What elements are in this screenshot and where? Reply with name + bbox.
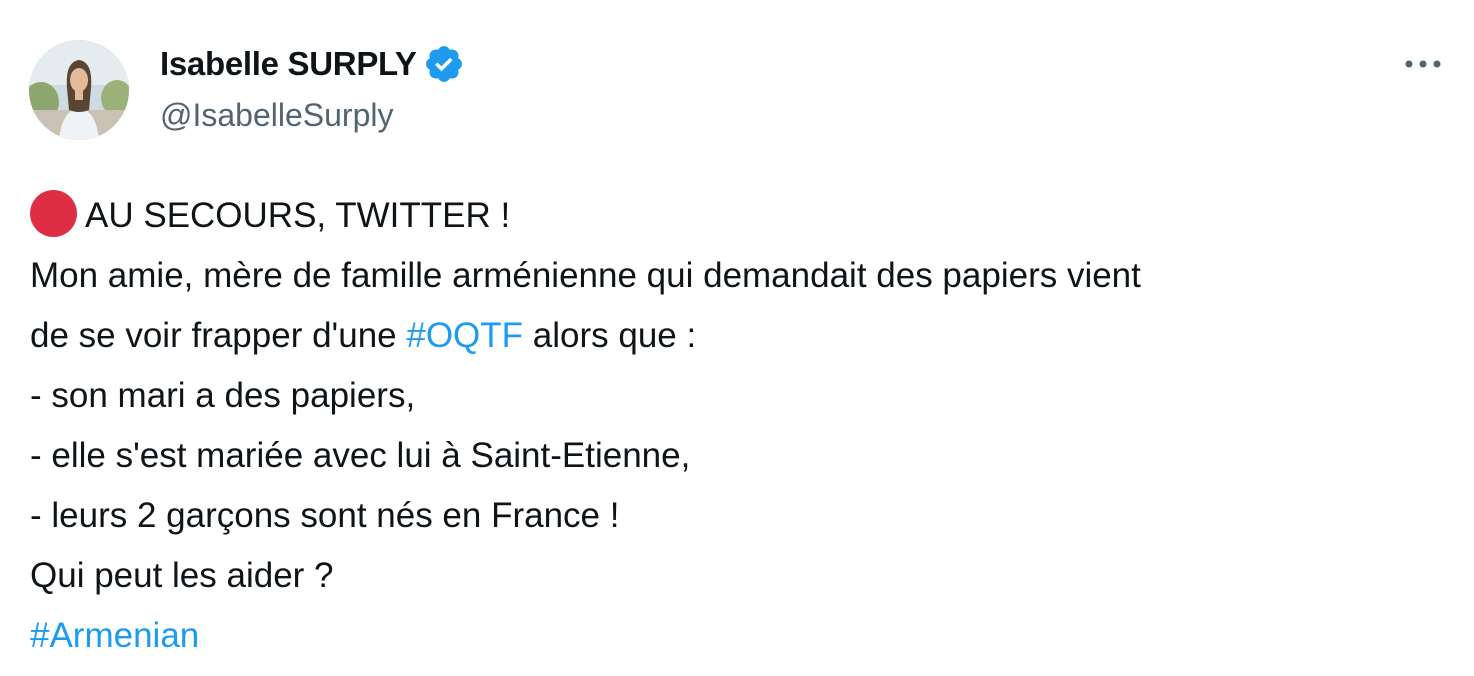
author-display-name[interactable]: Isabelle SURPLY (160, 40, 417, 88)
tweet-text: AU SECOURS, TWITTER ! Mon amie, mère de … (30, 186, 1450, 666)
more-options-icon[interactable] (1400, 46, 1446, 82)
tweet-line-text: alors que : (523, 316, 697, 355)
tweet-line: de se voir frapper d'une #OQTF alors que… (30, 306, 1450, 366)
tweet-line: - son mari a des papiers, (30, 376, 416, 415)
tweet-line: Qui peut les aider ? (30, 556, 334, 595)
avatar-image (29, 40, 129, 140)
tweet-line: - elle s'est mariée avec lui à Saint-Eti… (30, 436, 691, 475)
red-circle-emoji (30, 190, 77, 237)
author-name-row[interactable]: Isabelle SURPLY (160, 40, 465, 88)
tweet-line-text: de se voir frapper d'une (30, 316, 407, 355)
tweet-line: #Armenian (30, 606, 1450, 666)
hashtag-link[interactable]: #Armenian (30, 616, 199, 655)
tweet-line: Mon amie, mère de famille arménienne qui… (30, 256, 1141, 295)
verified-badge-icon[interactable] (423, 43, 465, 85)
tweet-card: Isabelle SURPLY @IsabelleSurply AU SECOU… (0, 0, 1474, 676)
avatar[interactable] (29, 40, 129, 140)
tweet-line: AU SECOURS, TWITTER ! (30, 186, 1450, 246)
tweet-line: - leurs 2 garçons sont nés en France ! (30, 496, 620, 535)
tweet-line-text: AU SECOURS, TWITTER ! (85, 196, 511, 235)
hashtag-link[interactable]: #OQTF (406, 316, 523, 355)
author-handle[interactable]: @IsabelleSurply (160, 92, 393, 138)
